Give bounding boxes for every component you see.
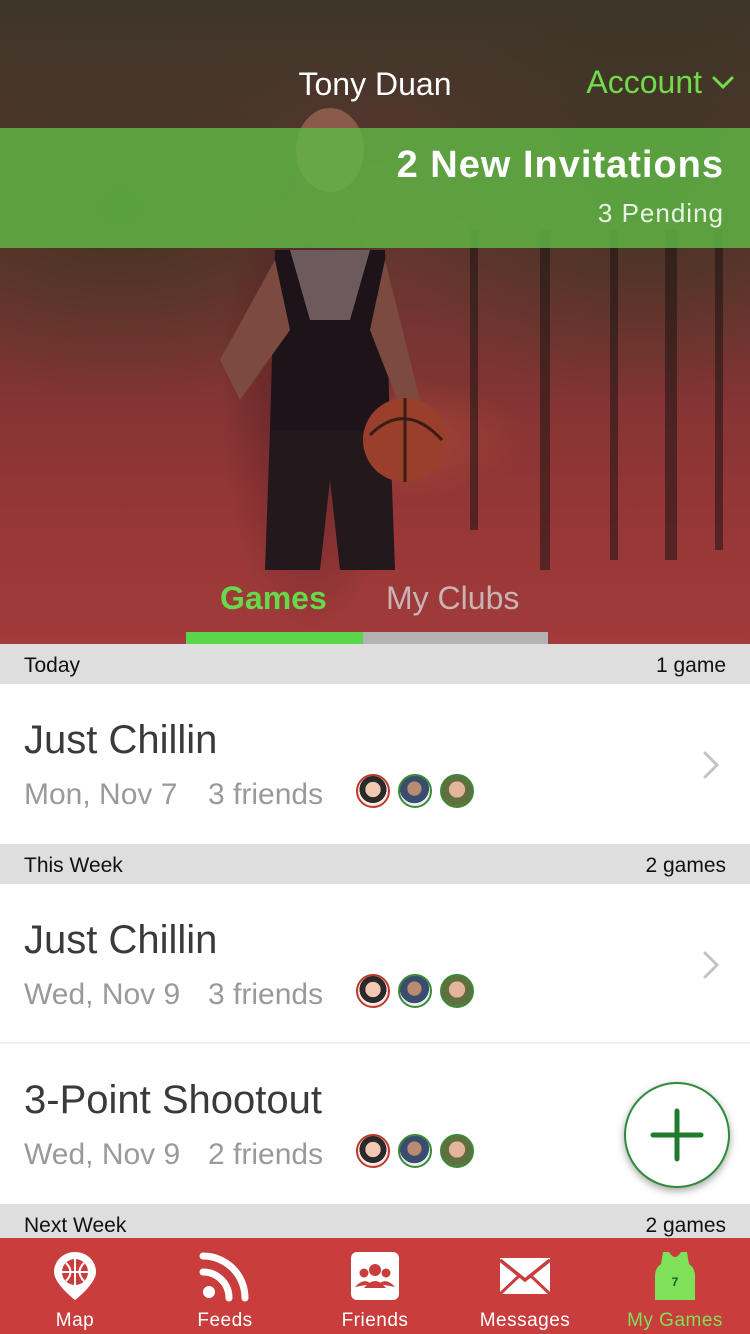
- avatar: [356, 774, 390, 808]
- tabbar-item-friends[interactable]: Friends: [300, 1238, 450, 1334]
- avatar: [440, 1134, 474, 1168]
- background-tree: [610, 230, 618, 560]
- section-header-today: Today 1 game: [0, 644, 750, 684]
- invitations-banner[interactable]: 2 New Invitations 3 Pending: [0, 128, 750, 248]
- section-label: This Week: [24, 854, 123, 877]
- background-tree: [665, 230, 677, 560]
- basketball-pin-icon: [54, 1252, 96, 1300]
- avatar: [398, 1134, 432, 1168]
- game-row[interactable]: Just Chillin Wed, Nov 9 3 friends: [0, 884, 750, 1044]
- tab-games[interactable]: Games: [220, 580, 327, 617]
- account-label: Account: [586, 64, 702, 100]
- tabbar-item-feeds[interactable]: Feeds: [150, 1238, 300, 1334]
- tabbar-label: Map: [55, 1310, 95, 1331]
- chevron-right-icon: [703, 751, 720, 779]
- section-count: 2 games: [645, 1214, 726, 1237]
- game-date: Mon, Nov 7: [24, 778, 178, 811]
- add-game-button[interactable]: [624, 1082, 730, 1188]
- avatar: [356, 1134, 390, 1168]
- account-menu-button[interactable]: Account: [586, 64, 734, 101]
- rss-feed-icon: [199, 1252, 249, 1302]
- friend-avatars: [356, 974, 474, 1008]
- game-friends-count: 3 friends: [208, 978, 324, 1011]
- envelope-icon: [499, 1258, 551, 1296]
- tabbar-label: Feeds: [197, 1310, 253, 1331]
- avatar: [440, 774, 474, 808]
- game-row[interactable]: Just Chillin Mon, Nov 7 3 friends: [0, 684, 750, 844]
- tab-indicator-active: [186, 632, 363, 644]
- game-friends-count: 3 friends: [208, 778, 324, 811]
- tabbar-item-my-games[interactable]: 7 My Games: [600, 1238, 750, 1334]
- friend-avatars: [356, 774, 474, 808]
- chevron-right-icon: [703, 951, 720, 979]
- game-title: 3-Point Shootout: [24, 1078, 322, 1122]
- pending-count: 3 Pending: [597, 198, 724, 228]
- game-title: Just Chillin: [24, 718, 218, 762]
- game-date: Wed, Nov 9: [24, 1138, 181, 1171]
- background-tree: [715, 230, 723, 550]
- game-friends-count: 2 friends: [208, 1138, 324, 1171]
- avatar: [440, 974, 474, 1008]
- section-count: 2 games: [645, 854, 726, 877]
- background-tree: [540, 230, 550, 570]
- tabbar-label: Messages: [479, 1310, 571, 1331]
- tabbar-label: Friends: [341, 1310, 409, 1331]
- jersey-icon: 7: [655, 1252, 695, 1300]
- avatar: [356, 974, 390, 1008]
- chevron-down-icon: [712, 76, 734, 89]
- svg-text:7: 7: [672, 1275, 679, 1289]
- section-label: Next Week: [24, 1214, 127, 1237]
- section-header-this-week: This Week 2 games: [0, 844, 750, 884]
- bottom-tab-bar: Map Feeds Friends Messages 7 My Games: [0, 1238, 750, 1334]
- new-invitations-title: 2 New Invitations: [396, 144, 724, 186]
- segment-tabs: Games My Clubs: [186, 580, 548, 644]
- avatar: [398, 774, 432, 808]
- friend-avatars: [356, 1134, 474, 1168]
- tabbar-item-map[interactable]: Map: [0, 1238, 150, 1334]
- game-title: Just Chillin: [24, 918, 218, 962]
- section-label: Today: [24, 654, 81, 677]
- tabbar-label: My Games: [627, 1310, 723, 1331]
- game-date: Wed, Nov 9: [24, 978, 181, 1011]
- avatar: [398, 974, 432, 1008]
- tabbar-item-messages[interactable]: Messages: [450, 1238, 600, 1334]
- friends-group-icon: [351, 1252, 399, 1300]
- plus-icon: [650, 1108, 704, 1162]
- tab-my-clubs[interactable]: My Clubs: [386, 580, 519, 617]
- section-count: 1 game: [655, 654, 726, 677]
